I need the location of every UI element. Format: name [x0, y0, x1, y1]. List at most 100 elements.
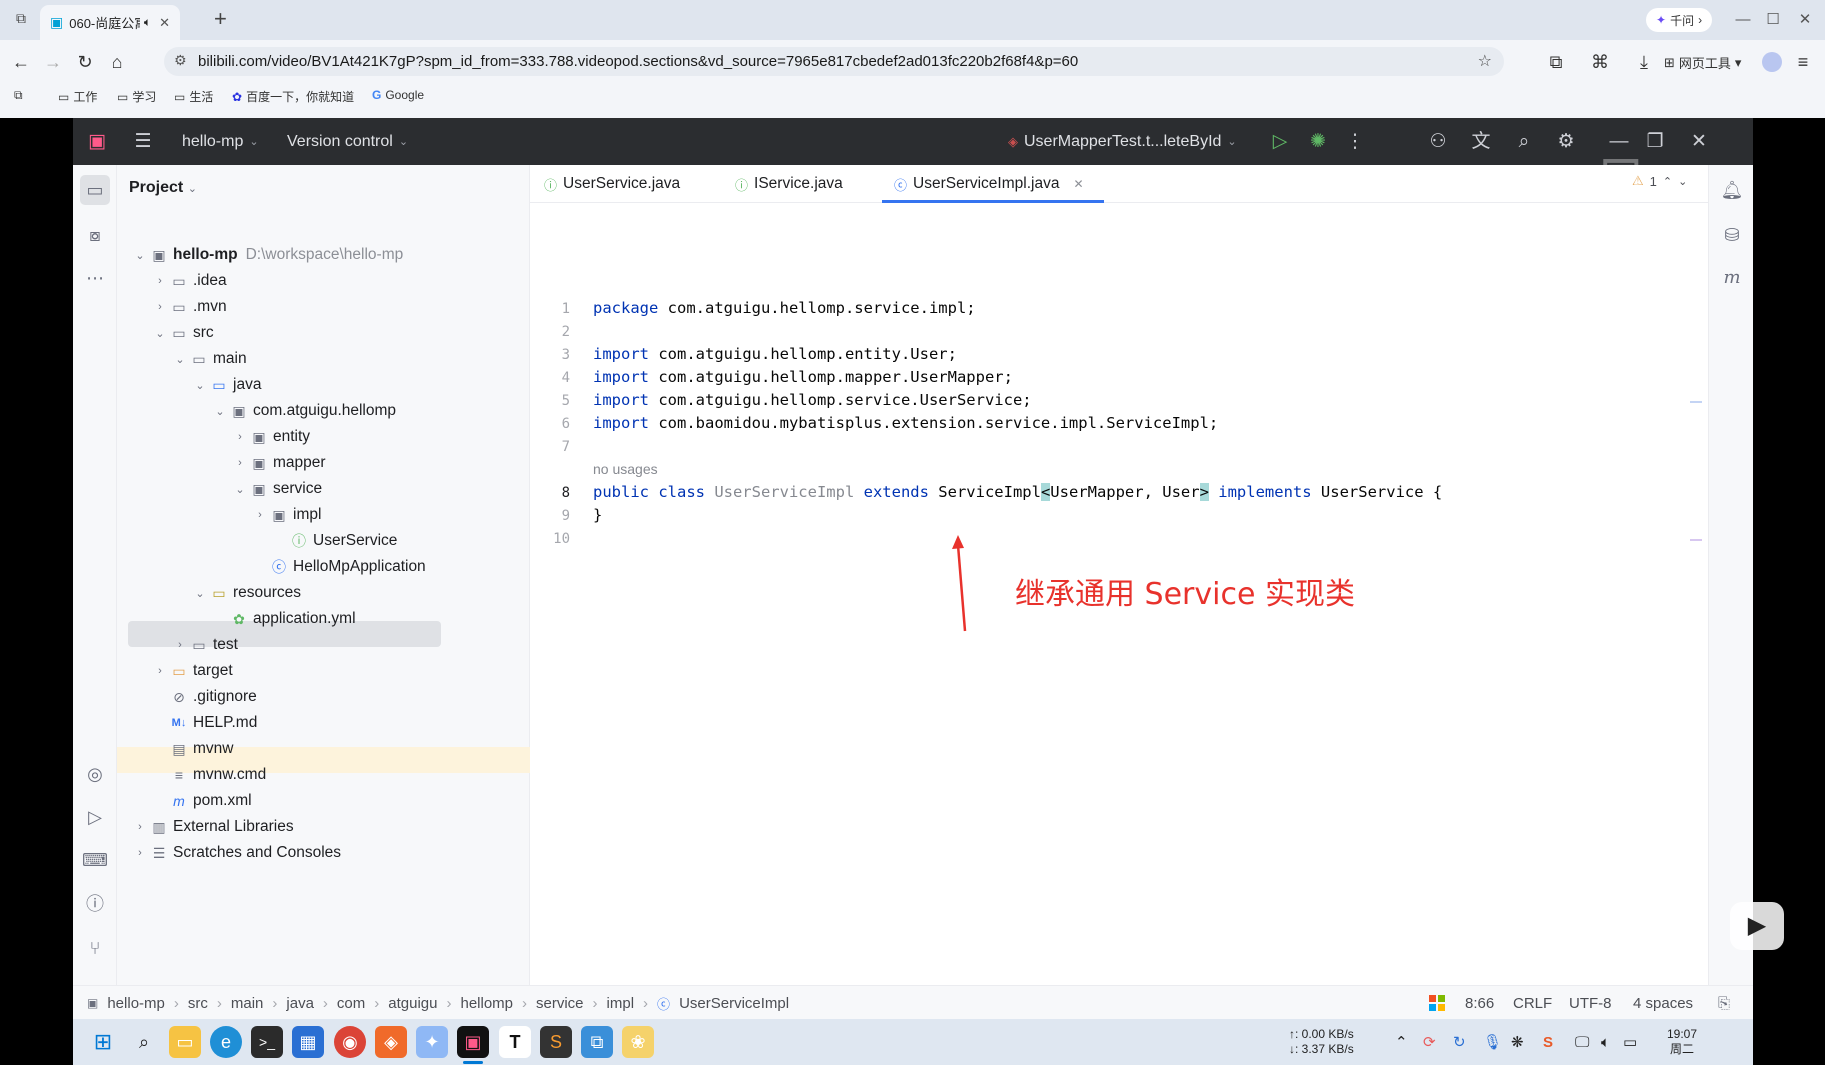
bookmark-study[interactable]: ▭ 学习 [117, 88, 156, 105]
tab-userservice[interactable]: ⓘ UserService.java [544, 165, 680, 203]
chevron-down-icon[interactable]: ⌄ [191, 587, 209, 600]
chevron-right-icon[interactable]: › [151, 275, 169, 287]
sublime-icon[interactable]: S [540, 1026, 572, 1058]
usages-hint[interactable]: no usages [593, 461, 658, 477]
chevron-down-icon[interactable]: ⌄ [171, 353, 189, 366]
tree-item-pom[interactable]: m pom.xml [151, 788, 251, 814]
browser-tab[interactable]: ▣ 060-尚庭公寓 🔈︎ ✕ [40, 5, 180, 40]
clock[interactable]: 19:07 周二 [1667, 1019, 1697, 1065]
start-icon[interactable]: ⊞ [87, 1026, 119, 1058]
tree-item-service[interactable]: ⌄ ▣ service [231, 476, 322, 502]
vcs-menu[interactable]: Version control ⌄ [287, 118, 408, 165]
tab-close-icon[interactable]: ✕ [1073, 177, 1083, 191]
forward-icon[interactable]: → [40, 49, 66, 75]
tree-item-idea[interactable]: › ▭ .idea [151, 268, 226, 294]
input-method-icon[interactable]: S [1543, 1019, 1553, 1065]
sync-icon[interactable]: ↻ [1453, 1019, 1466, 1065]
back-icon[interactable]: ← [8, 49, 34, 75]
minimize-icon[interactable]: — [1728, 8, 1758, 32]
screenshot-icon[interactable]: ⌘ [1587, 49, 1613, 75]
chevron-down-icon[interactable]: ⌄ [211, 405, 229, 418]
breadcrumb-item[interactable]: service [536, 995, 584, 1012]
display-icon[interactable]: 🖵︎ [1575, 1019, 1589, 1065]
tree-item-mapper[interactable]: › ▣ mapper [231, 450, 325, 476]
file-encoding[interactable]: UTF-8 [1569, 986, 1612, 1020]
breadcrumb-item[interactable]: atguigu [388, 995, 437, 1012]
chevron-right-icon[interactable]: › [171, 639, 189, 651]
tree-item-test[interactable]: › ▭ test [171, 632, 238, 658]
show-hidden-icons[interactable]: ⌃ [1395, 1019, 1408, 1065]
new-tab-button[interactable]: + [214, 6, 227, 32]
bookmark-apps-icon[interactable]: ⧉ [14, 88, 23, 103]
tab-iservice[interactable]: ⓘ IService.java [735, 165, 843, 203]
qianwen-button[interactable]: ✦ 千问 › [1646, 8, 1713, 32]
breadcrumb-item[interactable]: java [286, 995, 314, 1012]
tree-item-resources[interactable]: ⌄ ▭ resources [191, 580, 301, 606]
chrome-icon[interactable]: ◉ [334, 1026, 366, 1058]
bookmark-work[interactable]: ▭ 工作 [58, 88, 97, 105]
typora-icon[interactable]: T [499, 1026, 531, 1058]
database-icon[interactable]: ⛁ [1717, 220, 1747, 250]
bookmark-life[interactable]: ▭ 生活 [174, 88, 213, 105]
translate-icon[interactable]: 文 [1467, 128, 1495, 156]
search-icon[interactable]: ⌕ [1510, 128, 1538, 156]
readonly-lock-icon[interactable]: ⎘ [1718, 986, 1730, 1020]
maven-icon[interactable]: m [1717, 263, 1747, 293]
chevron-down-icon[interactable]: ⌄ [151, 327, 169, 340]
reload-icon[interactable]: ↻ [72, 49, 98, 75]
tree-item-root[interactable]: ⌄ ▣ hello-mp D:\workspace\hello-mp [131, 242, 403, 268]
extensions-icon[interactable]: ⧉ [1543, 49, 1569, 75]
tray-misc-icon[interactable]: ❋ [1511, 1019, 1524, 1065]
download-icon[interactable]: ⤓ [1631, 49, 1657, 75]
tree-item-java[interactable]: ⌄ ▭ java [191, 372, 261, 398]
chevron-right-icon[interactable]: › [131, 821, 149, 833]
tree-item-help[interactable]: M↓ HELP.md [151, 710, 258, 736]
chevron-right-icon[interactable]: › [251, 509, 269, 521]
chevron-down-icon[interactable]: ⌄ [131, 249, 149, 262]
tree-item-entity[interactable]: › ▣ entity [231, 424, 310, 450]
tree-item-mvn[interactable]: › ▭ .mvn [151, 294, 226, 320]
tree-item-mvnw[interactable]: ▤ mvnw [151, 736, 233, 762]
indent-setting[interactable]: 4 spaces [1633, 986, 1693, 1020]
file-explorer-icon[interactable]: ▭ [169, 1026, 201, 1058]
bookmark-google[interactable]: G Google [372, 88, 424, 102]
tree-item-userservice[interactable]: ⓘ UserService [271, 528, 397, 554]
volume-icon[interactable]: 🔈︎ [1601, 1019, 1610, 1065]
tab-close-icon[interactable]: ✕ [159, 15, 170, 31]
bookmark-star-icon[interactable]: ☆ [1478, 51, 1492, 71]
store-icon[interactable]: ▦ [292, 1026, 324, 1058]
breadcrumb-item[interactable]: impl [607, 995, 635, 1012]
site-info-icon[interactable]: ⚙ [174, 52, 187, 69]
restore-icon[interactable]: ❐ [1641, 128, 1669, 156]
close-icon[interactable]: ✕ [1790, 8, 1820, 32]
close-icon[interactable]: ✕ [1685, 128, 1713, 156]
tree-item-impl[interactable]: › ▣ impl [251, 502, 321, 528]
chevron-down-icon[interactable]: ⌄ [231, 483, 249, 496]
tree-item-src[interactable]: ⌄ ▭ src [151, 320, 213, 346]
terminal-icon[interactable]: ⌨ [80, 845, 110, 875]
tree-item-external-libraries[interactable]: › ▥ External Libraries [131, 814, 293, 840]
structure-icon[interactable]: ⧇ [80, 220, 110, 250]
maximize-icon[interactable]: ☐ [1758, 8, 1788, 32]
project-panel-header[interactable]: Project ⌄ [129, 179, 197, 197]
tree-item-main[interactable]: ⌄ ▭ main [171, 346, 246, 372]
project-folder-icon[interactable]: ▭ [80, 175, 110, 205]
tab-userserviceimpl[interactable]: ⓒ UserServiceImpl.java ✕ [894, 165, 1084, 203]
breadcrumb-item[interactable]: hello-mp [107, 995, 165, 1012]
breadcrumb-item[interactable]: hellomp [460, 995, 513, 1012]
tree-item-target[interactable]: › ▭ target [151, 658, 232, 684]
tray-app-icon[interactable]: ⟳ [1423, 1019, 1436, 1065]
chevron-right-icon[interactable]: › [151, 301, 169, 313]
terminal-icon[interactable]: >_ [251, 1026, 283, 1058]
chevron-down-icon[interactable]: ⌄ [1678, 175, 1687, 188]
chevron-right-icon[interactable]: › [231, 457, 249, 469]
breadcrumb-item[interactable]: com [337, 995, 365, 1012]
search-icon[interactable]: ⌕ [128, 1026, 160, 1058]
problems-icon[interactable]: ⓘ [80, 889, 110, 919]
intellij-icon[interactable]: ▣ [457, 1026, 489, 1058]
tree-item-scratches[interactable]: › ☰ Scratches and Consoles [131, 840, 341, 866]
notifications-icon[interactable]: 🔔︎ [1717, 175, 1747, 205]
tree-item-yml[interactable]: ✿ application.yml [211, 606, 355, 632]
edge-icon[interactable]: e [210, 1026, 242, 1058]
tree-item-package[interactable]: ⌄ ▣ com.atguigu.hellomp [211, 398, 396, 424]
